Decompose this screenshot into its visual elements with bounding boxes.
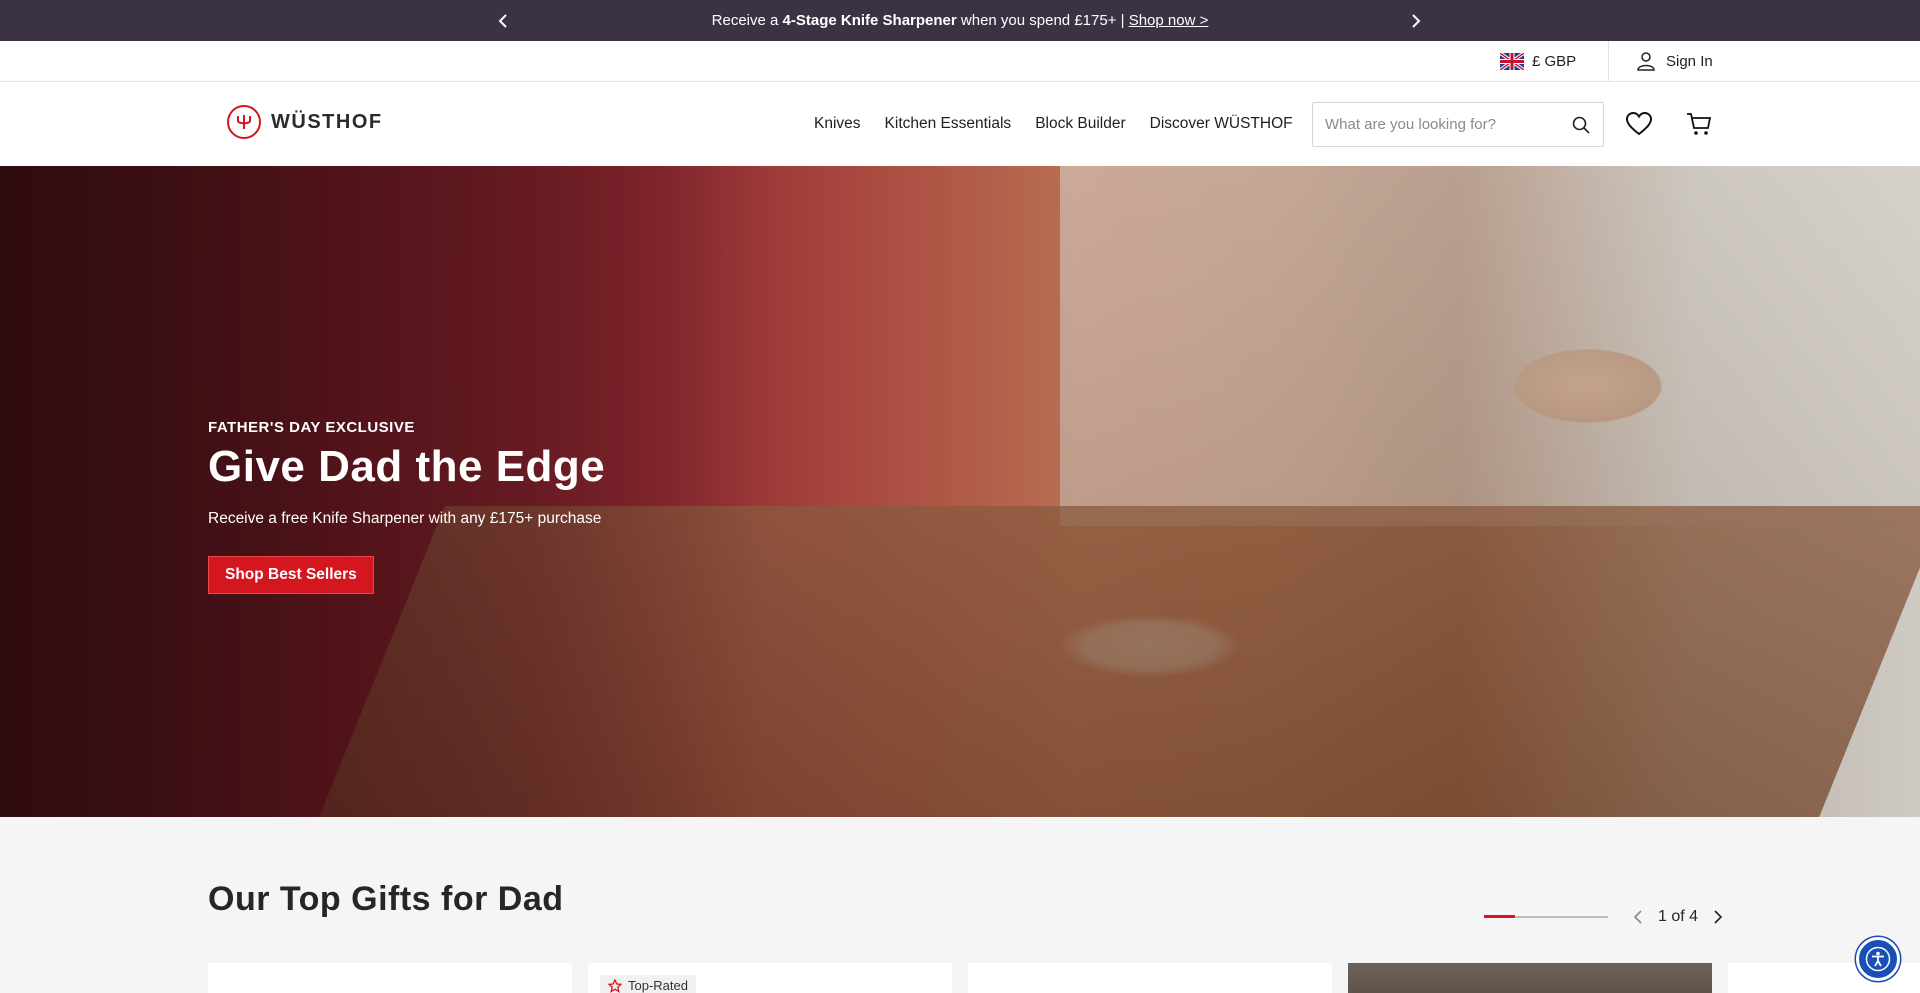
main-header: WÜSTHOF Knives Kitchen Essentials Block …	[0, 82, 1920, 166]
nav-item-discover[interactable]: Discover WÜSTHOF	[1150, 115, 1293, 133]
user-icon	[1637, 52, 1655, 71]
chevron-right-icon	[1714, 910, 1723, 924]
currency-selector[interactable]: £ GBP	[1500, 41, 1610, 81]
section-title: Our Top Gifts for Dad	[208, 880, 564, 918]
star-icon	[608, 978, 622, 993]
carousel-next-button[interactable]	[1706, 905, 1730, 929]
accessibility-icon	[1865, 946, 1891, 972]
chevron-left-icon	[498, 13, 507, 28]
promo-text-bold: 4-Stage Knife Sharpener	[782, 12, 957, 29]
badge-label: Top-Rated	[628, 978, 688, 993]
cart-button[interactable]	[1685, 110, 1713, 138]
product-card[interactable]	[1348, 963, 1712, 993]
nav-item-kitchen-essentials[interactable]: Kitchen Essentials	[885, 115, 1012, 133]
cart-icon	[1687, 113, 1712, 135]
promo-next-button[interactable]	[1396, 0, 1436, 41]
chevron-right-icon	[1412, 13, 1421, 28]
carousel-pager: 1 of 4	[1484, 905, 1730, 929]
hero-eyebrow: FATHER'S DAY EXCLUSIVE	[208, 419, 415, 436]
promo-shop-now-link[interactable]: Shop now >	[1129, 12, 1209, 29]
shop-best-sellers-button[interactable]: Shop Best Sellers	[208, 556, 374, 594]
currency-label: £ GBP	[1532, 52, 1577, 70]
logo-wordmark: WÜSTHOF	[271, 110, 383, 133]
promo-text-prefix: Receive a	[711, 12, 783, 29]
hero-background-counter	[1060, 166, 1920, 526]
utility-bar: £ GBP Sign In	[0, 41, 1920, 82]
wishlist-button[interactable]	[1625, 110, 1653, 138]
uk-flag-icon	[1500, 52, 1524, 70]
carousel-progress-fill	[1484, 915, 1515, 918]
product-card[interactable]	[968, 963, 1332, 993]
nav-item-knives[interactable]: Knives	[814, 115, 861, 133]
search-input[interactable]	[1325, 116, 1571, 133]
wusthof-logo[interactable]: WÜSTHOF	[227, 105, 383, 139]
carousel-page-count: 1 of 4	[1658, 908, 1699, 925]
promo-bar: Receive a 4-Stage Knife Sharpener when y…	[0, 0, 1920, 41]
search-box	[1312, 102, 1604, 147]
heart-icon	[1626, 112, 1652, 136]
sign-in-link[interactable]: Sign In	[1636, 41, 1713, 81]
main-nav: Knives Kitchen Essentials Block Builder …	[814, 82, 1293, 166]
top-rated-badge: Top-Rated	[600, 975, 696, 993]
accessibility-button[interactable]	[1856, 937, 1900, 981]
product-carousel: Top-Rated	[208, 963, 1920, 993]
hero-banner: FATHER'S DAY EXCLUSIVE Give Dad the Edge…	[0, 166, 1920, 817]
product-card[interactable]	[208, 963, 572, 993]
sign-in-label: Sign In	[1666, 52, 1713, 70]
search-icon[interactable]	[1571, 115, 1591, 135]
chevron-left-icon	[1633, 910, 1642, 924]
product-card[interactable]: Top-Rated	[588, 963, 952, 993]
hero-title: Give Dad the Edge	[208, 442, 606, 491]
hero-content: FATHER'S DAY EXCLUSIVE Give Dad the Edge…	[208, 419, 605, 594]
carousel-prev-button[interactable]	[1626, 905, 1650, 929]
nav-item-block-builder[interactable]: Block Builder	[1035, 115, 1125, 133]
promo-message: Receive a 4-Stage Knife Sharpener when y…	[712, 12, 1209, 29]
hero-subtitle: Receive a free Knife Sharpener with any …	[208, 510, 602, 527]
trident-logo-icon	[227, 105, 261, 139]
carousel-progress-bar	[1484, 915, 1608, 918]
promo-text-suffix: when you spend £175+ |	[956, 12, 1129, 29]
promo-prev-button[interactable]	[483, 0, 523, 41]
